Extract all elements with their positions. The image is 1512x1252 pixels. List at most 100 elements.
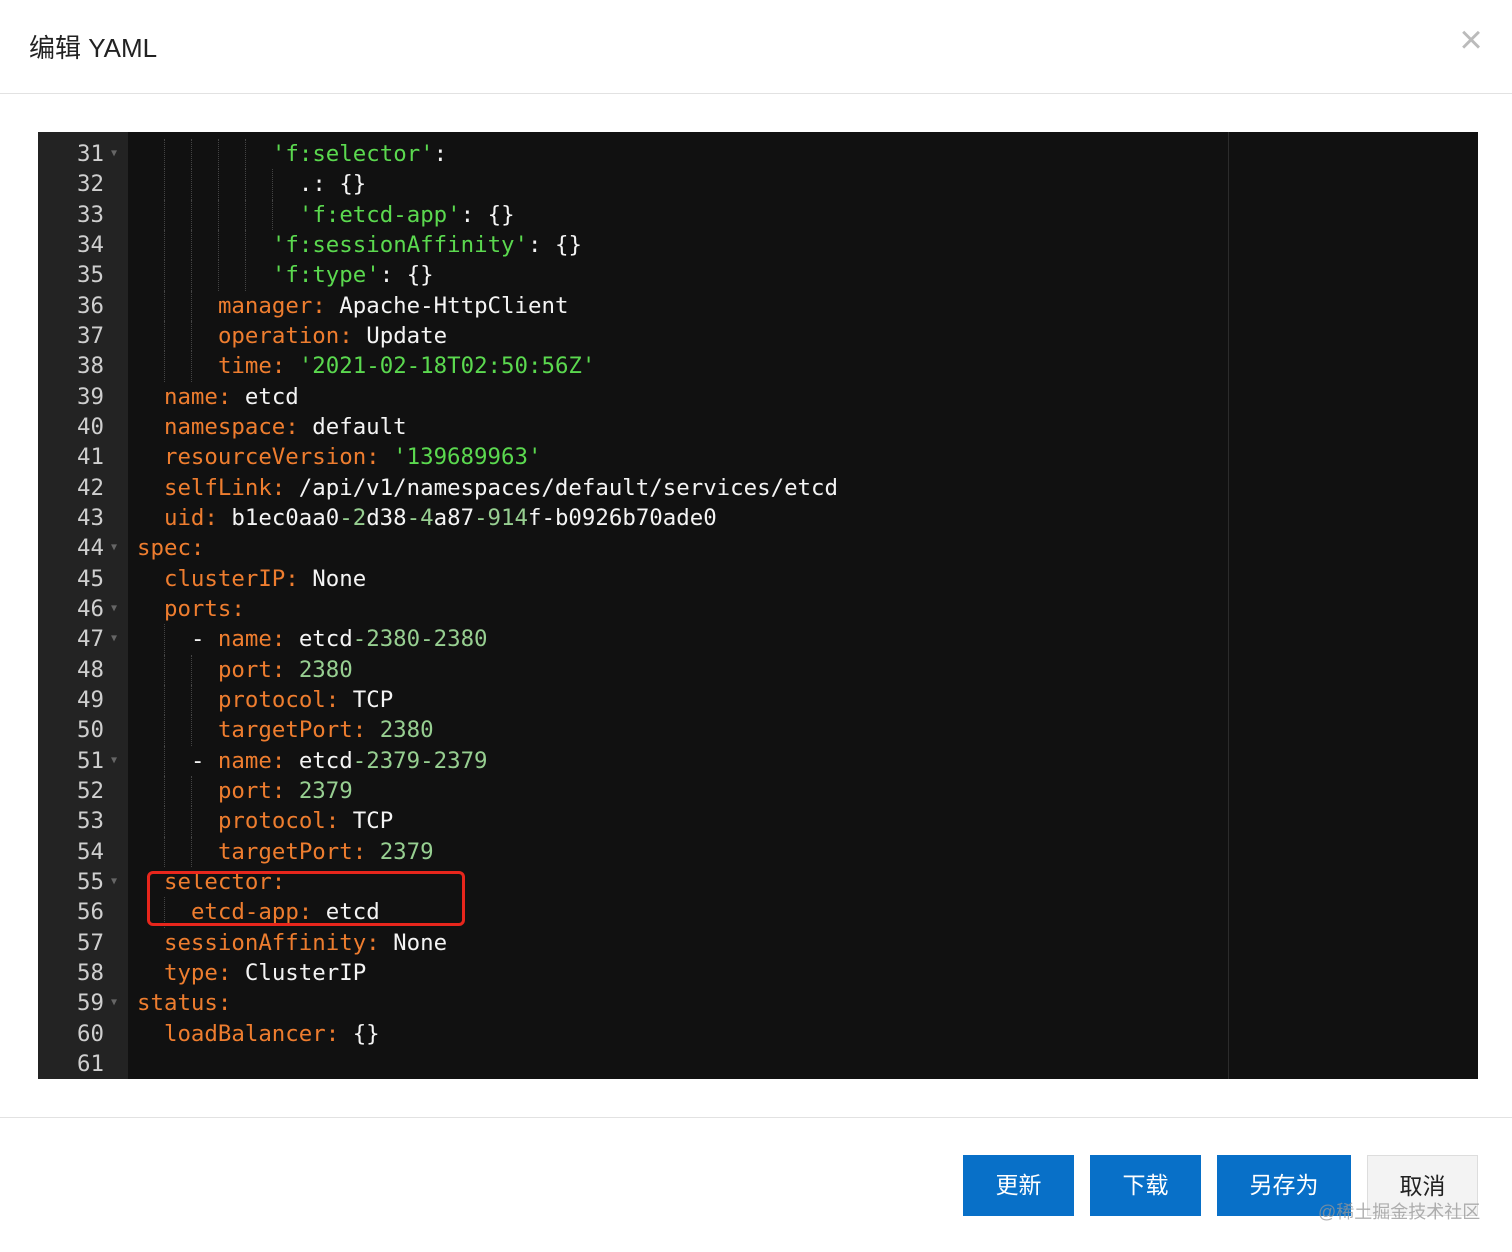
code-line[interactable]: 46 ▼ ports: <box>38 594 1478 624</box>
fold-arrow-icon[interactable]: ▼ <box>111 746 117 776</box>
line-number: 45 <box>77 565 104 592</box>
code-line[interactable]: 47 ▼ - name: etcd-2380-2380 <box>38 624 1478 655</box>
dialog-title: 编辑 YAML <box>29 33 158 63</box>
yaml-key: sessionAffinity: <box>163 929 394 956</box>
code-text: port: 2379 <box>218 776 353 806</box>
indent-guide <box>271 169 273 200</box>
code-line[interactable]: 51 ▼ - name: etcd-2379-2379 <box>38 745 1478 776</box>
code-line[interactable]: 48 port: 2380 <box>38 654 1478 685</box>
yaml-value: ClusterIP <box>244 959 367 986</box>
yaml-key: selfLink: <box>163 474 299 501</box>
code-text: operation: Update <box>218 321 447 351</box>
code-line[interactable]: 31 ▼ 'f:selector': <box>38 139 1478 170</box>
yaml-key: port: <box>217 777 299 804</box>
indent-guide <box>190 351 192 382</box>
yaml-value: None <box>312 565 367 592</box>
yaml-value: Update <box>366 322 448 349</box>
indent-guide <box>163 836 165 867</box>
update-button[interactable]: 更新 <box>963 1155 1074 1216</box>
code-text: loadBalancer: {} <box>164 1019 380 1049</box>
code-text: sessionAffinity: None <box>164 928 447 958</box>
yaml-number: -2379-2379 <box>352 747 488 774</box>
code-line[interactable]: 39 name: etcd <box>38 382 1478 412</box>
yaml-value: etcd <box>298 747 353 774</box>
indent-guide <box>190 260 192 291</box>
close-icon[interactable]: × <box>1452 20 1490 60</box>
line-number: 32 <box>77 171 104 198</box>
code-line[interactable]: 36 manager: Apache-HttpClient <box>38 290 1478 321</box>
fold-arrow-icon[interactable]: ▼ <box>111 624 117 654</box>
yaml-value: /api/v1/namespaces/default/services/etcd <box>298 474 838 501</box>
yaml-number: -2380-2380 <box>352 626 488 653</box>
code-line[interactable]: 58 type: ClusterIP <box>38 958 1478 988</box>
code-line[interactable]: 44 ▼ spec: <box>38 533 1478 563</box>
code-line[interactable]: 53 protocol: TCP <box>38 806 1478 837</box>
code-line[interactable]: 41 resourceVersion: '139689963' <box>38 442 1478 472</box>
code-line[interactable]: 38 time: '2021-02-18T02:50:56Z' <box>38 351 1478 382</box>
indent-guide <box>190 229 192 261</box>
code-line[interactable]: 57 sessionAffinity: None <box>38 928 1478 958</box>
code-line[interactable]: 45 clusterIP: None <box>38 564 1478 594</box>
line-number: 54 <box>77 838 104 865</box>
code-line[interactable]: 50 targetPort: 2380 <box>38 715 1478 746</box>
line-number: 38 <box>77 353 104 380</box>
yaml-key: targetPort: <box>217 717 380 744</box>
code-line[interactable]: 60 loadBalancer: {} <box>38 1019 1478 1049</box>
line-number: 60 <box>77 1020 104 1047</box>
yaml-key: name: <box>163 383 245 410</box>
indent-guide <box>244 139 246 170</box>
indent-guide <box>163 684 165 716</box>
yaml-key: time: <box>217 353 299 380</box>
indent-guide <box>163 715 165 746</box>
indent-guide <box>217 260 219 291</box>
code-line[interactable]: 49 protocol: TCP <box>38 684 1478 716</box>
yaml-value: : {} <box>379 262 434 289</box>
yaml-value: b1ec0aa0 <box>231 504 340 531</box>
yaml-string: '2021-02-18T02:50:56Z' <box>298 353 596 380</box>
code-text: port: 2380 <box>218 655 353 685</box>
code-line[interactable]: 32 .: {} <box>38 169 1478 200</box>
fold-arrow-icon[interactable]: ▼ <box>111 988 117 1018</box>
yaml-value: : <box>433 141 448 167</box>
download-button[interactable]: 下载 <box>1090 1155 1201 1216</box>
indent-guide <box>163 351 165 382</box>
code-text: targetPort: 2379 <box>218 837 434 867</box>
code-line[interactable]: 42 selfLink: /api/v1/namespaces/default/s… <box>38 473 1478 503</box>
yaml-key: clusterIP: <box>163 565 313 592</box>
fold-arrow-icon[interactable]: ▼ <box>111 594 117 624</box>
indent-guide <box>190 654 192 685</box>
code-line[interactable]: 54 targetPort: 2379 <box>38 836 1478 867</box>
yaml-value: None <box>393 929 448 956</box>
line-number: 57 <box>77 929 104 956</box>
indent-guide <box>190 169 192 200</box>
fold-arrow-icon[interactable]: ▼ <box>111 867 117 897</box>
yaml-string: 'f:etcd-app' <box>298 201 461 228</box>
fold-arrow-icon[interactable]: ▼ <box>111 139 117 169</box>
yaml-string: 'f:type' <box>271 262 380 289</box>
indent-guide <box>217 139 219 170</box>
code-line[interactable]: 37 operation: Update <box>38 320 1478 352</box>
line-number: 31 <box>77 141 104 167</box>
indent-guide <box>163 320 165 352</box>
code-line[interactable]: 43 uid: b1ec0aa0-2d38-4a87-914f-b0926b70a… <box>38 503 1478 533</box>
line-number: 50 <box>77 717 104 744</box>
code-line[interactable]: 52 port: 2379 <box>38 775 1478 807</box>
yaml-value: TCP <box>352 686 394 713</box>
yaml-value: {} <box>352 1020 380 1047</box>
code-line[interactable]: 34 'f:sessionAffinity': {} <box>38 229 1478 261</box>
yaml-editor[interactable]: 31 ▼ 'f:selector': 32.: {} 33'f:etcd-app': {… <box>38 132 1478 1079</box>
line-number: 58 <box>77 959 104 986</box>
yaml-string: '139689963' <box>393 444 542 471</box>
code-line[interactable]: 33 'f:etcd-app': {} <box>38 199 1478 230</box>
code-line[interactable]: 35 'f:type': {} <box>38 260 1478 291</box>
code-text: 'f:selector': <box>272 139 447 169</box>
code-line[interactable]: 40 namespace: default <box>38 412 1478 442</box>
code-line[interactable]: 59 ▼ status: <box>38 988 1478 1018</box>
yaml-key: manager: <box>217 292 340 319</box>
yaml-number: 2379 <box>379 838 434 865</box>
code-lines[interactable]: 31 ▼ 'f:selector': 32.: {} 33'f:etcd-app': {… <box>38 139 1478 1079</box>
fold-arrow-icon[interactable]: ▼ <box>111 533 117 563</box>
indent-guide <box>244 199 246 230</box>
code-line[interactable]: 61 <box>38 1049 1478 1079</box>
watermark: @稀土掘金技术社区 <box>1318 1202 1481 1222</box>
